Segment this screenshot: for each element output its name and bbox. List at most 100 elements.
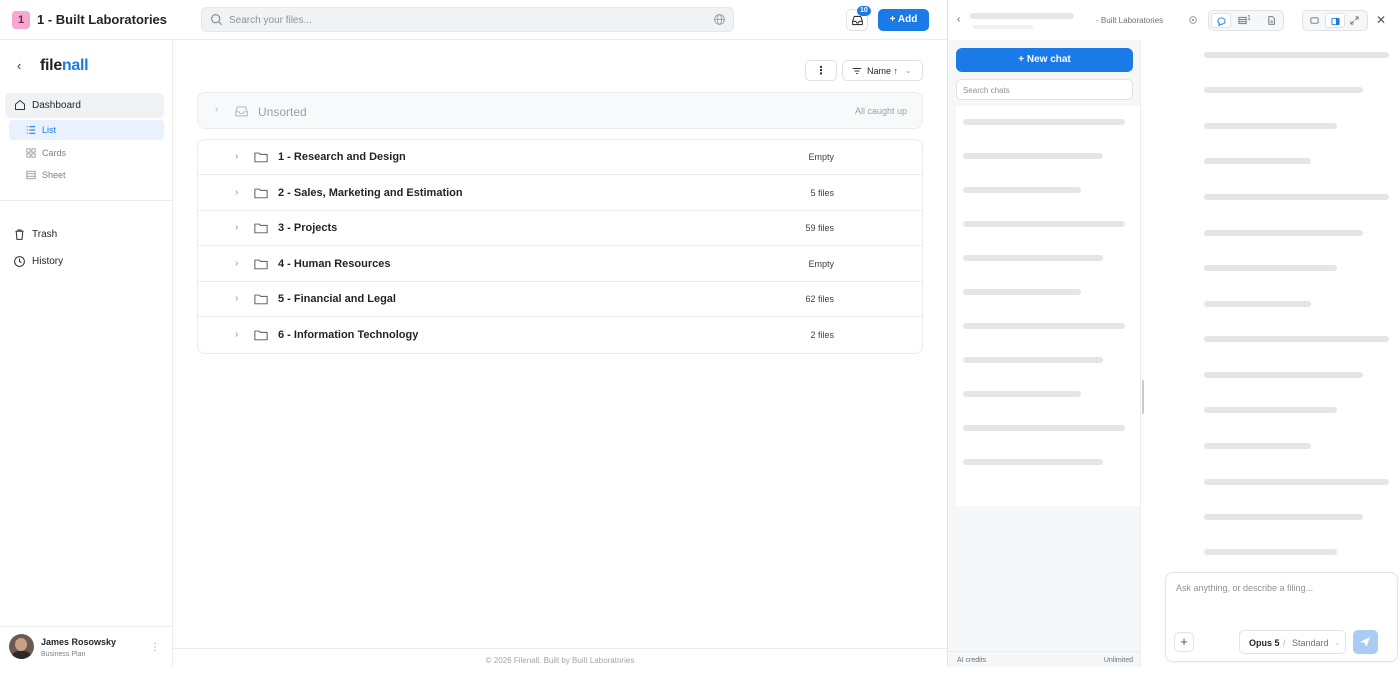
model-mode: Standard [1292,638,1329,648]
chat-input[interactable] [1176,583,1386,613]
chevron-right-icon[interactable]: › [235,222,238,233]
file-count: 62 files [805,294,834,304]
sidebar-item-label: History [32,256,64,267]
back-arrow-icon[interactable]: ‹ [957,14,960,25]
sort-button[interactable]: Name ↑ ⌄ [842,60,923,81]
chat-history-sidebar: + New chat AI credits Unlimited [948,40,1144,667]
stack-icon [1238,16,1247,25]
file-count: Empty [808,259,834,269]
table-row[interactable]: › 5 - Financial and Legal 62 files [198,282,922,317]
chat-composer: + Opus 5 / Standard ⌄ [1165,572,1398,662]
loading-skeleton [1204,301,1311,307]
trash-icon [15,229,24,240]
sidebar: ‹ filenall Dashboard List Cards Sheet Tr… [0,40,173,667]
search-bar[interactable] [201,7,734,32]
chat-history-list [956,106,1140,506]
home-icon [15,100,25,110]
sidebar-item-cards[interactable]: Cards [9,143,164,163]
loading-skeleton [1204,372,1363,378]
chevron-right-icon[interactable]: › [235,151,238,162]
file-count: 5 files [810,188,834,198]
inbox-button[interactable]: 10 [846,6,871,31]
inbox-icon [235,106,248,117]
chat-panel: ‹ - Built Laboratories 1 ✕ + New chat Se… [947,0,1400,667]
search-input[interactable] [229,12,699,28]
logo-text-part2: nall [61,57,89,74]
table-row[interactable]: › 2 - Sales, Marketing and Estimation 5 … [198,176,922,211]
table-row[interactable]: › 6 - Information Technology 2 files [198,318,922,353]
avatar[interactable] [9,634,34,659]
loading-skeleton [1204,265,1337,271]
logo[interactable]: filenall [40,57,89,75]
expand-icon [1350,16,1359,25]
loading-skeleton [963,425,1125,431]
close-icon[interactable]: ✕ [1376,13,1386,27]
table-row[interactable]: › 3 - Projects 59 files [198,211,922,246]
table-row[interactable]: › 1 - Research and Design Empty [198,140,922,175]
loading-skeleton [1204,514,1363,520]
table-row[interactable]: › 4 - Human Resources Empty [198,247,922,282]
add-button[interactable]: + Add [878,9,929,31]
tab-files[interactable]: 1 [1233,13,1260,28]
more-options-button[interactable]: ⋮ [805,60,837,81]
sidebar-item-list[interactable]: List [9,120,164,140]
folder-icon [254,294,268,305]
message-area [1196,40,1400,570]
tab-document[interactable] [1262,13,1282,28]
chevron-right-icon[interactable]: › [235,187,238,198]
loading-skeleton [963,221,1125,227]
layout-tabs [1302,10,1368,31]
send-button[interactable] [1353,630,1378,654]
user-profile[interactable]: James Rosowsky Business Plan ⋮ [0,626,172,667]
loading-skeleton [1204,549,1337,555]
top-bar: 1 1 - Built Laboratories ⌄ 10 + Add [0,0,947,40]
settings-icon[interactable] [1188,15,1198,25]
sidebar-item-dashboard[interactable]: Dashboard [5,93,164,118]
file-count: Empty [808,152,834,162]
unsorted-status: All caught up [854,106,907,116]
expand-button[interactable] [1345,13,1365,28]
chevron-right-icon[interactable]: › [215,104,218,115]
folder-name: 3 - Projects [278,222,338,234]
tab-chat[interactable] [1211,13,1231,28]
search-chats-input[interactable] [963,83,1123,97]
loading-skeleton [1204,443,1311,449]
layout-sidepanel-button[interactable] [1325,13,1345,28]
sidebar-item-sheet[interactable]: Sheet [9,165,164,185]
folder-name: 5 - Financial and Legal [278,293,396,305]
unsorted-row[interactable]: › Unsorted All caught up [197,92,923,129]
unsorted-label: Unsorted [258,105,307,119]
loading-skeleton [1204,87,1363,93]
chevron-right-icon[interactable]: › [235,293,238,304]
chat-workspace-title: - Built Laboratories [1096,16,1164,25]
more-vertical-icon[interactable]: ⋮ [150,642,160,653]
loading-skeleton [1204,158,1311,164]
file-count: 59 files [805,223,834,233]
divider [0,200,172,201]
filter-icon [852,68,862,74]
chevron-right-icon[interactable]: › [235,258,238,269]
loading-skeleton [1204,123,1337,129]
globe-icon[interactable] [713,13,726,26]
layout-float-button[interactable] [1305,13,1325,28]
chevron-right-icon[interactable]: › [235,329,238,340]
search-chats[interactable] [956,79,1133,100]
list-icon [26,126,36,134]
loading-skeleton [963,153,1103,159]
scrollbar-thumb[interactable] [1142,380,1144,414]
chevron-down-icon[interactable]: ⌄ [157,13,165,24]
model-selector[interactable]: Opus 5 / Standard ⌄ [1239,630,1346,654]
workspace-name[interactable]: 1 - Built Laboratories [37,12,167,27]
loading-skeleton [970,13,1074,19]
loading-skeleton [1204,479,1389,485]
footer-text: © 2026 Filenall. Built by Built Laborato… [173,648,947,667]
back-arrow-icon[interactable]: ‹ [17,58,21,73]
new-chat-button[interactable]: + New chat [956,48,1133,72]
folder-name: 6 - Information Technology [278,329,419,341]
loading-skeleton [963,187,1081,193]
window-icon [1310,17,1319,24]
workspace-badge[interactable]: 1 [12,11,30,29]
attach-button[interactable]: + [1174,632,1194,652]
logo-text-part1: file [40,57,62,74]
loading-skeleton [1204,336,1389,342]
